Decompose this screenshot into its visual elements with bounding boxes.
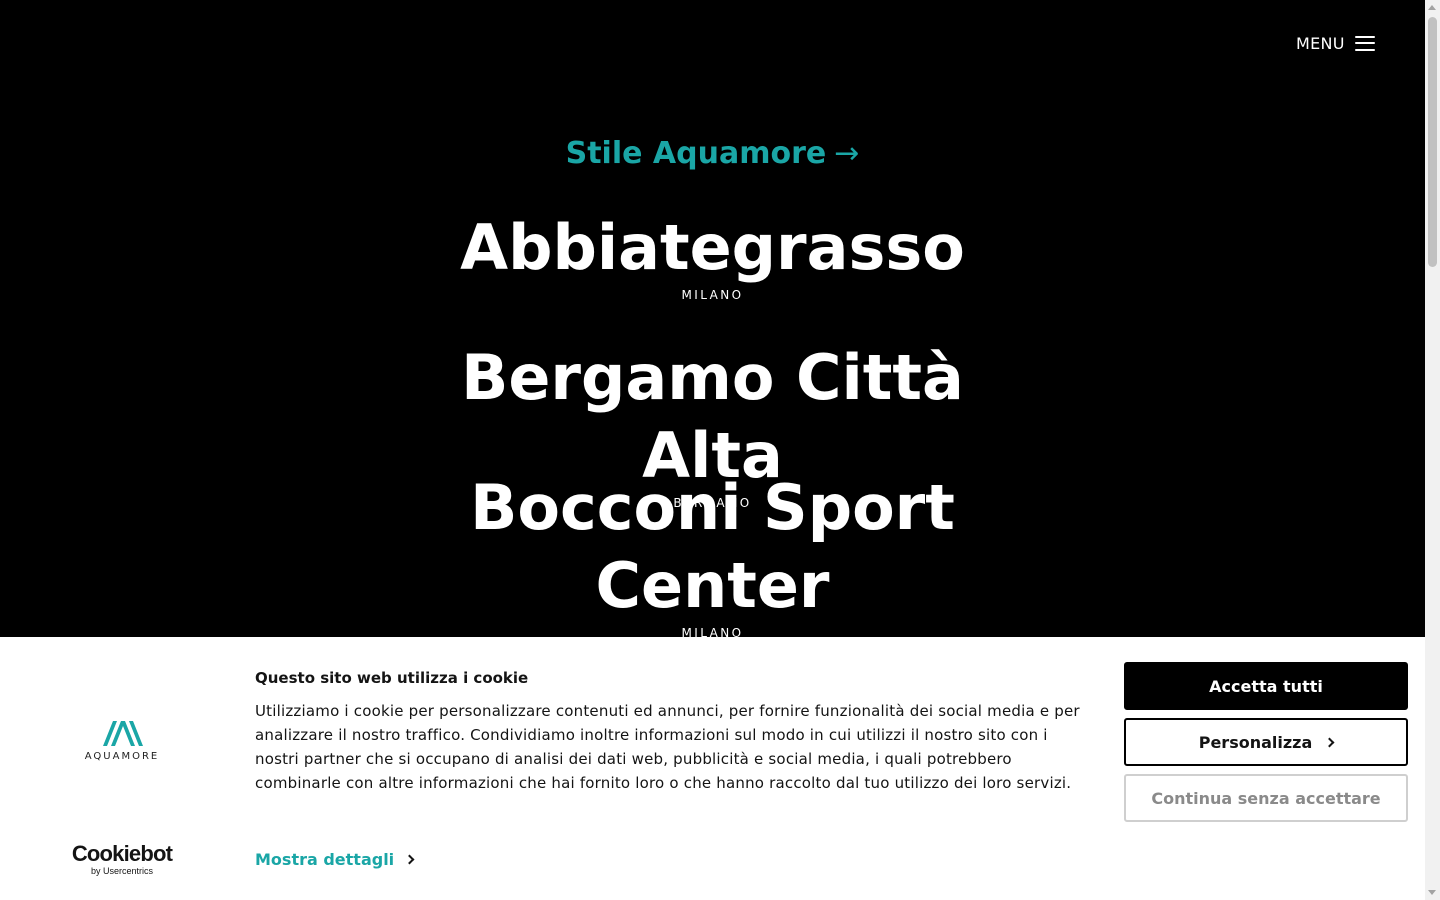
consent-body: Utilizziamo i cookie per personalizzare … [255,702,1080,792]
arrow-right-icon: → [834,136,860,171]
continue-without-accepting-button[interactable]: Continua senza accettare [1124,774,1408,822]
aquamore-logo-mark [103,721,143,746]
continue-without-accepting-label: Continua senza accettare [1151,788,1381,808]
scrollbar-thumb[interactable] [1428,17,1437,267]
consent-title: Questo sito web utilizza i cookie [255,669,529,687]
vertical-scrollbar[interactable] [1425,0,1440,900]
cookiebot-logo[interactable]: Cookiebot by Usercentrics [70,841,174,877]
cookiebot-logo-subtext: by Usercentrics [90,866,153,876]
scroll-down-arrow-icon[interactable] [1428,890,1436,895]
style-aquamore-link[interactable]: Stile Aquamore → [0,136,1425,172]
style-link-label: Stile Aquamore [565,136,827,171]
chevron-right-icon [404,854,415,865]
show-details-label: Mostra dettagli [255,850,395,869]
location-name: Abbiategrasso [460,211,965,284]
accept-all-button[interactable]: Accetta tutti [1124,662,1408,710]
page: MENU Stile Aquamore → Abbiategrasso MILAN… [0,0,1425,900]
location-city: MILANO [681,288,744,302]
location-name: Bocconi Sport Center [470,471,955,622]
location-item-abbiategrasso[interactable]: Abbiategrasso MILANO [0,209,1425,303]
chevron-right-icon [1324,737,1335,747]
menu-label: MENU [1296,33,1345,53]
aquamore-logo: AQUAMORE [79,717,165,762]
cookiebot-logo-text: Cookiebot [71,841,173,866]
customize-label: Personalizza [1198,732,1313,752]
show-details-link[interactable]: Mostra dettagli [255,850,415,869]
location-item-bocconi-sport-center[interactable]: Bocconi Sport Center MILANO [0,469,1425,641]
scroll-up-arrow-icon[interactable] [1428,5,1436,10]
consent-text: Questo sito web utilizza i cookie Utiliz… [255,669,1095,795]
menu-button[interactable]: MENU [1296,31,1375,55]
aquamore-logo-text: AQUAMORE [84,751,160,762]
customize-button[interactable]: Personalizza [1124,718,1408,766]
cookie-consent-banner: AQUAMORE Cookiebot by Usercentrics Quest… [0,637,1425,900]
hamburger-icon [1354,35,1375,51]
accept-all-label: Accetta tutti [1209,676,1323,696]
